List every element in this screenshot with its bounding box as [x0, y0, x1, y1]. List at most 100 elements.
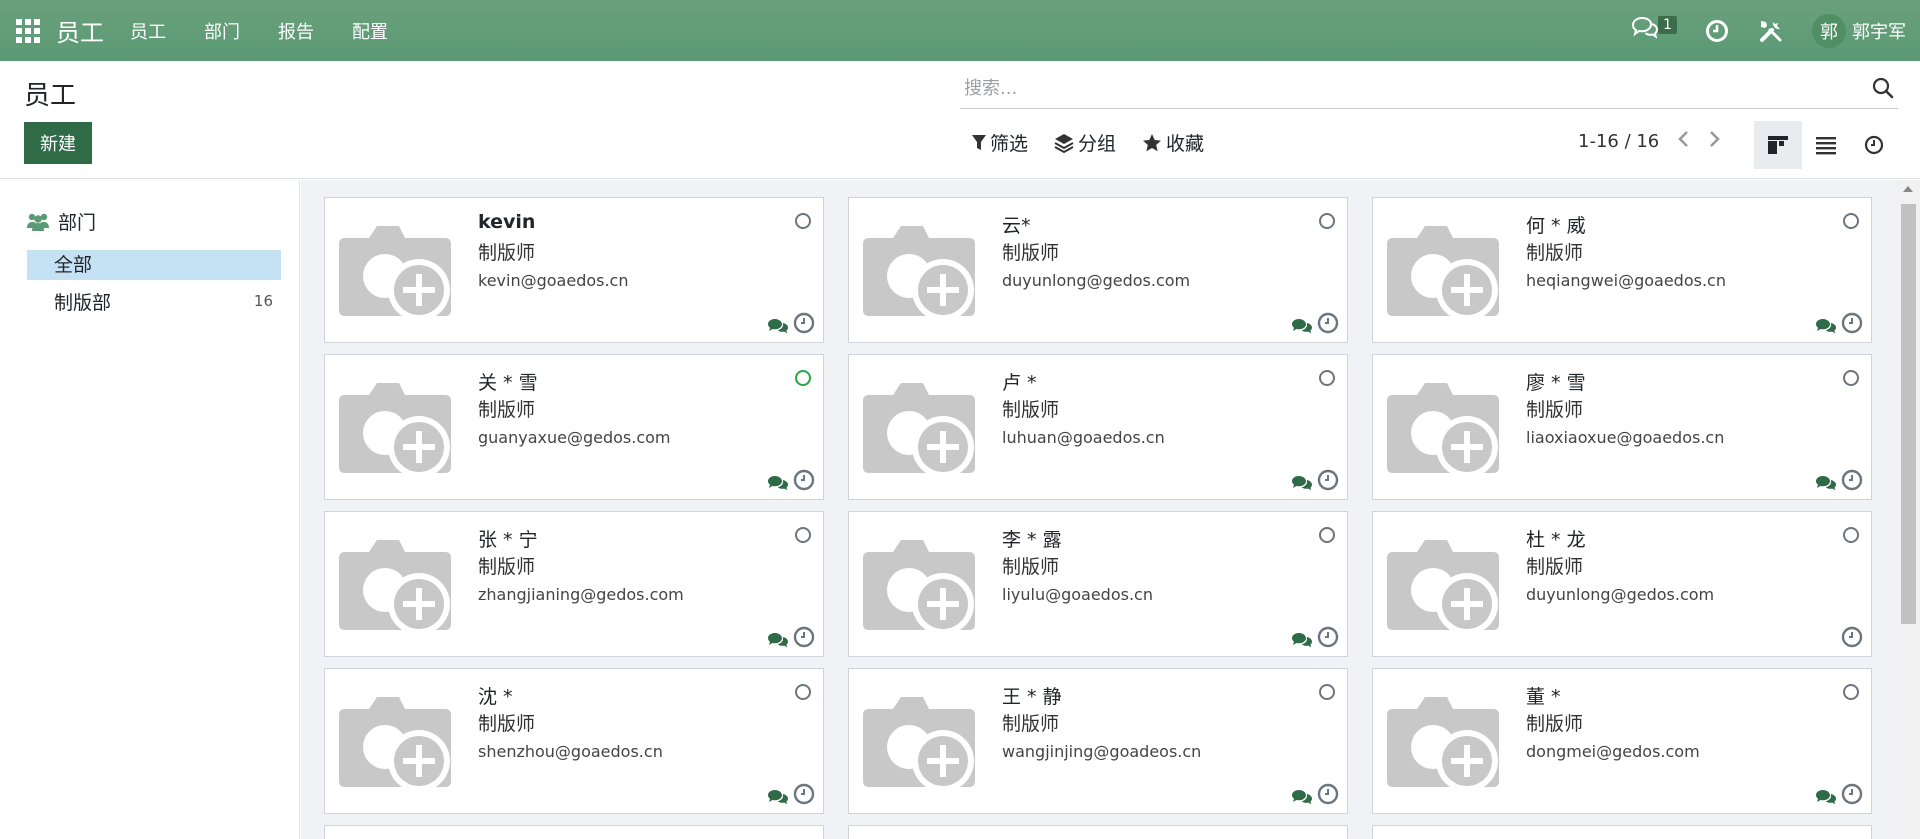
employee-card[interactable]: 卢 * 制版师 luhuan@goaedos.cn	[848, 354, 1348, 500]
employee-name: 张 * 宁	[478, 529, 538, 551]
employee-card-partial[interactable]	[848, 825, 1348, 839]
scrollbar[interactable]	[1897, 180, 1920, 839]
employee-card[interactable]: 廖 * 雪制版师 liaoxiaoxue@goaedos.cn	[1372, 354, 1872, 500]
department-all[interactable]: 全部	[27, 250, 281, 280]
favorites-button[interactable]: 收藏	[1142, 129, 1204, 156]
activity-view-button[interactable]	[1850, 121, 1898, 169]
search-input[interactable]	[960, 69, 1860, 107]
message-button[interactable]	[1815, 318, 1837, 338]
chat-icon	[1816, 790, 1836, 805]
message-button[interactable]	[767, 789, 789, 809]
pager-value[interactable]: 1-16 / 16	[1578, 131, 1659, 152]
clock-icon	[1317, 312, 1339, 334]
clock-icon	[793, 469, 815, 491]
menu-item-reports[interactable]: 报告	[278, 18, 314, 44]
camera-placeholder-icon	[339, 383, 451, 478]
avatar[interactable]: 郭	[1812, 13, 1846, 48]
employee-photo[interactable]	[1387, 224, 1503, 324]
chevron-right-icon[interactable]	[1706, 129, 1722, 149]
message-button[interactable]	[767, 475, 789, 495]
employee-card[interactable]: 李 * 露制版师 liyulu@goaedos.cn	[848, 511, 1348, 657]
message-button[interactable]	[1291, 475, 1313, 495]
employee-card[interactable]: kevin 制版师 kevin@goaedos.cn	[324, 197, 824, 343]
employee-photo[interactable]	[339, 695, 455, 795]
chevron-left-icon[interactable]	[1676, 129, 1692, 149]
activity-menu[interactable]	[1704, 18, 1730, 44]
employee-photo[interactable]	[1387, 538, 1503, 638]
apps-menu-icon[interactable]	[16, 18, 40, 43]
employee-card[interactable]: 张 * 宁制版师 zhangjianing@gedos.com	[324, 511, 824, 657]
menu-item-departments[interactable]: 部门	[204, 18, 240, 44]
employee-photo[interactable]	[339, 538, 455, 638]
camera-placeholder-icon	[1387, 697, 1499, 792]
menu-item-employees[interactable]: 员工	[130, 18, 166, 44]
scroll-thumb[interactable]	[1901, 204, 1916, 624]
filter-label: 筛选	[990, 133, 1029, 155]
employee-job-title: 制版师	[1526, 556, 1584, 578]
activity-button[interactable]	[793, 626, 815, 652]
list-view-button[interactable]	[1802, 121, 1850, 169]
camera-placeholder-icon	[1387, 226, 1499, 321]
employee-card[interactable]: 王 * 静制版师 wangjinjing@goadeos.cn	[848, 668, 1348, 814]
activity-button[interactable]	[1841, 469, 1863, 495]
employee-job-title: 制版师	[1002, 242, 1060, 264]
debug-menu[interactable]	[1758, 18, 1784, 44]
kanban-view-button[interactable]	[1754, 121, 1802, 169]
employee-photo[interactable]	[1387, 695, 1503, 795]
search-icon[interactable]	[1872, 77, 1894, 99]
activity-button[interactable]	[1317, 626, 1339, 652]
employee-job-title: 制版师	[1002, 713, 1060, 735]
camera-placeholder-icon	[339, 697, 451, 792]
employee-card[interactable]: 杜 * 龙制版师 duyunlong@gedos.com	[1372, 511, 1872, 657]
employee-job-title: 制版师	[1526, 399, 1584, 421]
group-by-button[interactable]: 分组	[1054, 129, 1116, 156]
message-button[interactable]	[1291, 632, 1313, 652]
employee-photo[interactable]	[863, 381, 979, 481]
employee-photo[interactable]	[863, 224, 979, 324]
message-button[interactable]	[1291, 318, 1313, 338]
employee-photo[interactable]	[339, 381, 455, 481]
user-name[interactable]: 郭宇军	[1852, 18, 1906, 44]
activity-button[interactable]	[793, 312, 815, 338]
employee-card[interactable]: 董 * 制版师 dongmei@gedos.com	[1372, 668, 1872, 814]
employee-card-partial[interactable]	[1372, 825, 1872, 839]
department-item[interactable]: 制版部 16	[54, 288, 273, 315]
employee-photo[interactable]	[339, 224, 455, 324]
menu-item-configuration[interactable]: 配置	[352, 18, 388, 44]
employee-photo[interactable]	[863, 538, 979, 638]
message-button[interactable]	[767, 318, 789, 338]
activity-button[interactable]	[1317, 783, 1339, 809]
activity-button[interactable]	[1317, 469, 1339, 495]
employee-job-title: 制版师	[1002, 399, 1060, 421]
presence-status-icon	[1843, 684, 1859, 700]
message-button[interactable]	[1291, 789, 1313, 809]
employee-card[interactable]: 何 * 威制版师 heqiangwei@goaedos.cn	[1372, 197, 1872, 343]
employee-card[interactable]: 关 * 雪制版师 guanyaxue@gedos.com	[324, 354, 824, 500]
activity-button[interactable]	[793, 783, 815, 809]
new-button[interactable]: 新建	[24, 122, 92, 164]
employee-name: 李 * 露	[1002, 529, 1062, 551]
chat-icon	[768, 633, 788, 648]
employee-card[interactable]: 沈 * 制版师 shenzhou@goaedos.cn	[324, 668, 824, 814]
messaging-menu[interactable]: 1	[1631, 15, 1677, 46]
employee-card[interactable]: 云* 制版师 duyunlong@gedos.com	[848, 197, 1348, 343]
presence-status-icon	[795, 527, 811, 543]
presence-status-icon	[795, 370, 811, 386]
activity-button[interactable]	[1841, 783, 1863, 809]
activity-button[interactable]	[1841, 626, 1863, 652]
app-brand[interactable]: 员工	[56, 13, 104, 48]
activity-button[interactable]	[793, 469, 815, 495]
activity-button[interactable]	[1841, 312, 1863, 338]
message-button[interactable]	[767, 632, 789, 652]
clock-icon	[1706, 19, 1728, 42]
message-button[interactable]	[1815, 475, 1837, 495]
message-button[interactable]	[1815, 789, 1837, 809]
employee-photo[interactable]	[1387, 381, 1503, 481]
filter-button[interactable]: 筛选	[972, 129, 1028, 156]
employee-card-partial[interactable]	[324, 825, 824, 839]
employee-photo[interactable]	[863, 695, 979, 795]
scroll-up-arrow[interactable]	[1903, 186, 1913, 192]
users-icon	[27, 213, 49, 231]
activity-button[interactable]	[1317, 312, 1339, 338]
group-by-label: 分组	[1078, 133, 1117, 155]
